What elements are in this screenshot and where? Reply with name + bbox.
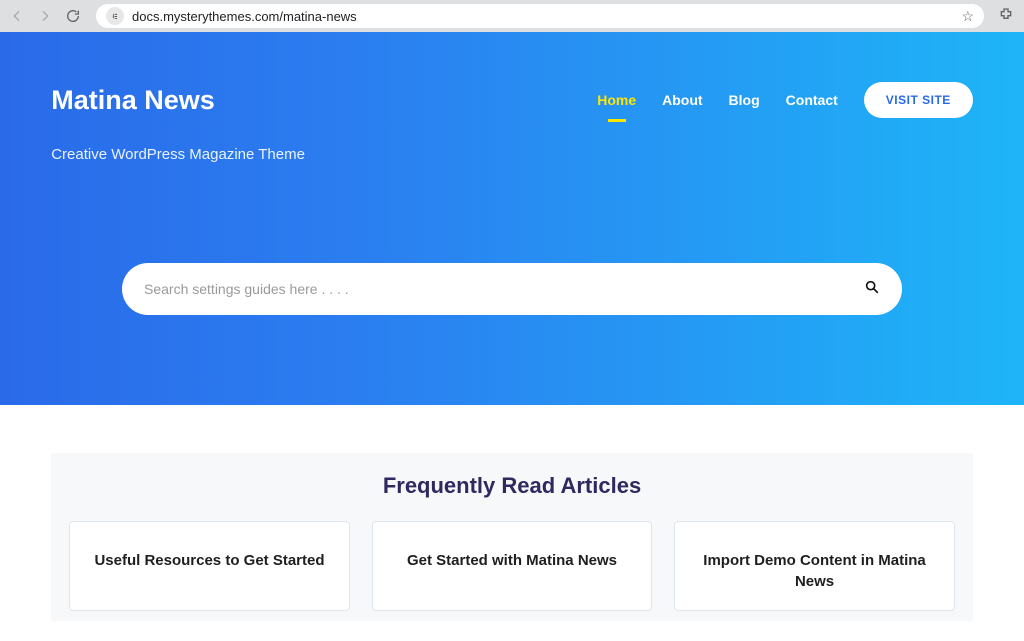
site-tagline: Creative WordPress Magazine Theme bbox=[51, 146, 973, 163]
bookmark-star-icon[interactable]: ☆ bbox=[961, 8, 974, 25]
browser-chrome: docs.mysterythemes.com/matina-news ☆ bbox=[0, 0, 1024, 32]
article-title: Get Started with Matina News bbox=[391, 550, 634, 571]
article-title: Useful Resources to Get Started bbox=[88, 550, 331, 571]
article-title: Import Demo Content in Matina News bbox=[693, 550, 936, 592]
brand-block: Matina News bbox=[51, 85, 215, 116]
visit-site-button[interactable]: VISIT SITE bbox=[864, 82, 973, 118]
extensions-icon[interactable] bbox=[998, 7, 1016, 25]
article-card[interactable]: Import Demo Content in Matina News bbox=[674, 521, 955, 611]
search-box[interactable] bbox=[122, 263, 902, 315]
content-section: Frequently Read Articles Useful Resource… bbox=[0, 405, 1024, 641]
nav-contact[interactable]: Contact bbox=[786, 92, 838, 108]
article-card[interactable]: Useful Resources to Get Started bbox=[69, 521, 350, 611]
reload-icon[interactable] bbox=[64, 7, 82, 25]
search-icon[interactable] bbox=[864, 279, 880, 299]
article-card[interactable]: Get Started with Matina News bbox=[372, 521, 653, 611]
nav-blog[interactable]: Blog bbox=[729, 92, 760, 108]
site-info-icon[interactable] bbox=[106, 7, 124, 25]
address-bar[interactable]: docs.mysterythemes.com/matina-news ☆ bbox=[96, 4, 984, 28]
search-input[interactable] bbox=[144, 281, 864, 297]
back-icon[interactable] bbox=[8, 7, 26, 25]
header-bar: Matina News Home About Blog Contact VISI… bbox=[51, 82, 973, 118]
url-text: docs.mysterythemes.com/matina-news bbox=[132, 9, 953, 24]
site-title: Matina News bbox=[51, 85, 215, 116]
forward-icon[interactable] bbox=[36, 7, 54, 25]
nav-about[interactable]: About bbox=[662, 92, 702, 108]
hero-section: Matina News Home About Blog Contact VISI… bbox=[0, 32, 1024, 405]
article-cards: Useful Resources to Get Started Get Star… bbox=[51, 521, 973, 611]
primary-nav: Home About Blog Contact VISIT SITE bbox=[597, 82, 973, 118]
section-title: Frequently Read Articles bbox=[51, 473, 973, 499]
nav-home[interactable]: Home bbox=[597, 92, 636, 108]
